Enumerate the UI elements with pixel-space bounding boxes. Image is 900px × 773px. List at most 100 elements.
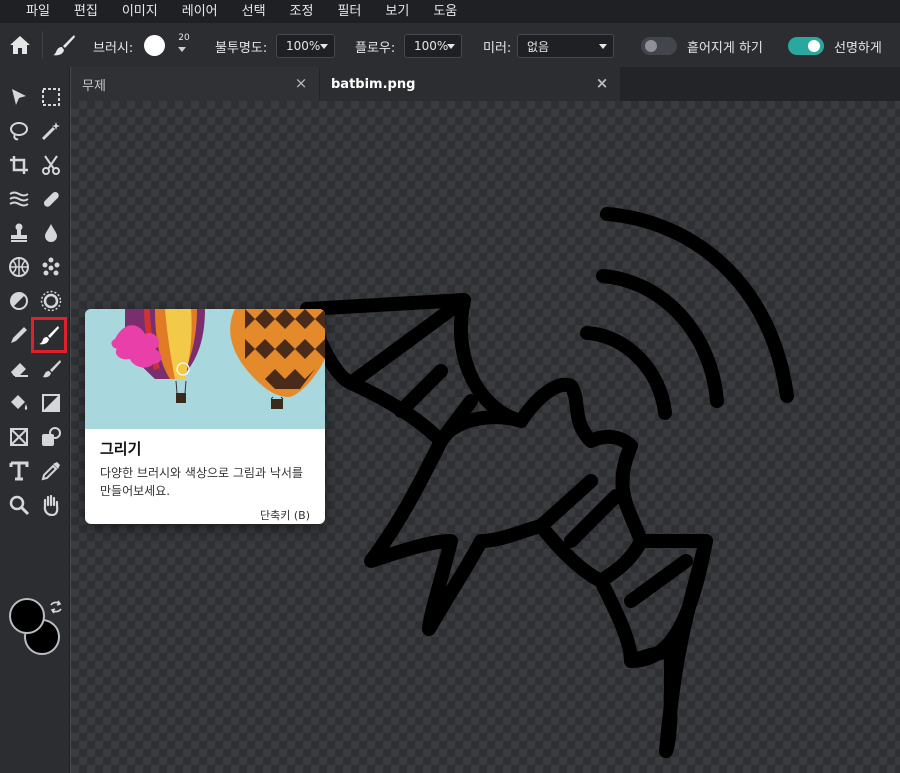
brush-tool[interactable]: [31, 317, 67, 353]
options-toolbar: 브러시: 20 불투명도: 100% 플로우: 100% 미러: 없음 흩어지게…: [0, 23, 900, 67]
tab-label: 무제: [82, 78, 106, 94]
mirror-label: 미러:: [483, 41, 512, 56]
balloons-image: [85, 309, 325, 429]
sphere-grid-icon: [9, 257, 29, 277]
pattern-tool[interactable]: [5, 253, 33, 281]
lasso-icon: [10, 122, 28, 141]
brush-icon: [39, 326, 59, 345]
close-icon[interactable]: ×: [595, 76, 609, 91]
magnifier-icon: [9, 495, 30, 516]
stamp-icon: [11, 223, 27, 242]
opacity-label: 불투명도:: [215, 41, 268, 56]
menu-image[interactable]: 이미지: [122, 4, 158, 20]
flow-value: 100%: [414, 39, 449, 53]
gradient-tool[interactable]: [37, 389, 65, 417]
document-tabs: 무제 × batbim.png ×: [71, 67, 900, 101]
swap-colors-icon[interactable]: [49, 600, 63, 614]
tab-label: batbim.png: [331, 76, 416, 92]
pencil-tool[interactable]: [5, 321, 33, 349]
menu-help[interactable]: 도움: [433, 4, 457, 20]
home-icon[interactable]: [9, 35, 31, 55]
hand-tool[interactable]: [37, 491, 65, 519]
marquee-icon: [42, 88, 60, 106]
cut-tool[interactable]: [37, 151, 65, 179]
chevron-down-icon: [599, 44, 607, 49]
gradient-icon: [42, 394, 60, 412]
chevron-down-icon: [320, 44, 328, 49]
drop-icon: [45, 224, 57, 242]
bandage-icon: [43, 191, 59, 207]
pencil-icon: [11, 327, 27, 343]
liquify-tool[interactable]: [5, 185, 33, 213]
brush-size-caret-icon[interactable]: [178, 47, 186, 52]
arrow-cursor-icon: [12, 89, 26, 105]
eraser-icon: [11, 363, 28, 377]
scatter-toggle[interactable]: [641, 37, 677, 55]
toggle-knob: [645, 40, 657, 52]
hand-icon: [43, 494, 59, 516]
scatter-label: 흩어지게 하기: [687, 41, 763, 56]
paint-bucket-tool[interactable]: [5, 389, 33, 417]
mirror-value: 없음: [527, 39, 550, 54]
close-icon[interactable]: ×: [294, 76, 308, 91]
eraser-tool[interactable]: [5, 355, 33, 383]
move-tool[interactable]: [5, 83, 33, 111]
sponge-tool[interactable]: [37, 253, 65, 281]
menu-view[interactable]: 보기: [385, 4, 409, 20]
menu-filter[interactable]: 필터: [337, 4, 361, 20]
scissors-icon: [42, 155, 60, 175]
replace-color-tool[interactable]: [37, 355, 65, 383]
frame-icon: [10, 428, 28, 446]
frame-tool[interactable]: [5, 423, 33, 451]
flow-select[interactable]: 100%: [404, 34, 462, 58]
tools-panel: [0, 67, 70, 773]
wave-icon: [9, 191, 29, 207]
opacity-select[interactable]: 100%: [276, 34, 335, 58]
tooltip-description: 다양한 브러시와 색상으로 그림과 낙서를 만들어보세요.: [100, 466, 303, 498]
toggle-knob: [808, 40, 820, 52]
heal-tool[interactable]: [37, 185, 65, 213]
chevron-down-icon: [447, 44, 455, 49]
menu-adjust[interactable]: 조정: [290, 4, 314, 20]
tab-untitled[interactable]: 무제 ×: [71, 67, 319, 101]
crop-tool[interactable]: [5, 151, 33, 179]
magic-wand-icon: [41, 122, 60, 141]
brush-preview[interactable]: [144, 35, 165, 56]
text-tool[interactable]: [5, 457, 33, 485]
menu-select[interactable]: 선택: [242, 4, 266, 20]
menu-file[interactable]: 파일: [26, 4, 50, 20]
magic-wand-tool[interactable]: [37, 117, 65, 145]
mirror-select[interactable]: 없음: [517, 34, 614, 58]
flow-label: 플로우:: [355, 41, 396, 56]
lasso-tool[interactable]: [5, 117, 33, 145]
zoom-tool[interactable]: [5, 491, 33, 519]
foreground-color-swatch[interactable]: [9, 598, 45, 634]
dots-icon: [42, 257, 60, 276]
clone-stamp-tool[interactable]: [5, 219, 33, 247]
crop-icon: [10, 156, 28, 174]
toolbar-divider: [42, 31, 43, 59]
paint-bucket-icon: [11, 395, 28, 410]
shape-tool[interactable]: [37, 423, 65, 451]
eyedropper-tool[interactable]: [37, 457, 65, 485]
menu-layer[interactable]: 레이어: [182, 4, 218, 20]
marquee-tool[interactable]: [37, 83, 65, 111]
dodge-tool[interactable]: [5, 287, 33, 315]
opacity-value: 100%: [286, 39, 321, 53]
burn-tool[interactable]: [37, 287, 65, 315]
tooltip-shortcut: 단축키 (B): [260, 509, 310, 522]
shapes-icon: [42, 427, 61, 446]
tab-batbim[interactable]: batbim.png ×: [320, 67, 620, 101]
brush-size-value[interactable]: 20: [177, 33, 191, 43]
brush-label: 브러시:: [93, 41, 134, 56]
tooltip-title: 그리기: [100, 440, 142, 458]
menu-bar: 파일 편집 이미지 레이어 선택 조정 필터 보기 도움: [0, 0, 900, 23]
sharp-toggle[interactable]: [788, 37, 824, 55]
half-circle-icon: [10, 292, 28, 310]
menu-edit[interactable]: 편집: [74, 4, 98, 20]
text-icon: [9, 461, 29, 481]
blur-tool[interactable]: [37, 219, 65, 247]
brush-tooltip-card: 그리기 다양한 브러시와 색상으로 그림과 낙서를 만들어보세요. 단축키 (B…: [85, 309, 325, 524]
eyedropper-icon: [41, 462, 60, 481]
brush-tool-icon: [52, 34, 76, 56]
